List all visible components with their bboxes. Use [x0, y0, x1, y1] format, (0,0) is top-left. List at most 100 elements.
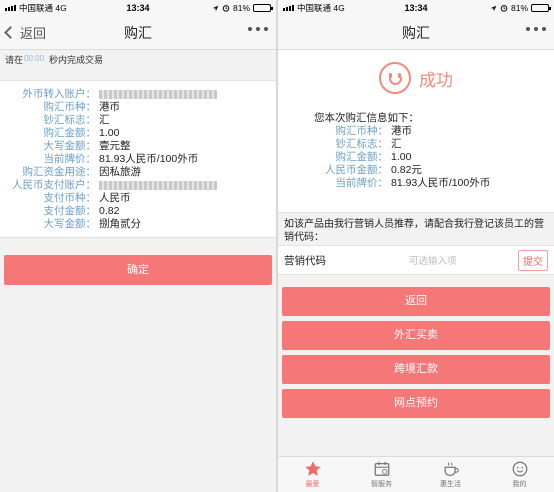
- more-menu-icon[interactable]: [248, 27, 268, 31]
- tab-mine[interactable]: 我的: [485, 457, 554, 492]
- detail-label: 人民币支付账户：: [12, 179, 96, 191]
- page-title: 购汇: [402, 24, 430, 41]
- coffee-cup-icon: [444, 462, 459, 476]
- detail-value: 因私旅游: [99, 166, 141, 178]
- redacted-value: [99, 89, 217, 99]
- detail-value: 0.82元: [391, 164, 422, 176]
- result-card: 成功 您本次购汇信息如下： 购汇币种： 港币 钞汇标志：汇购汇金额： 1.00 人民币金…: [278, 50, 554, 213]
- detail-label: 当前牌价：: [335, 177, 389, 189]
- detail-label: 人民币金额：: [325, 164, 388, 176]
- timer-prefix: 请在: [5, 54, 24, 65]
- detail-label: 购汇币种：: [335, 125, 389, 137]
- detail-label: 钞汇标志：: [43, 114, 97, 126]
- detail-label: 当前牌价：: [43, 153, 97, 165]
- detail-label: 购汇金额：: [335, 151, 389, 163]
- tab-label: 我的: [512, 481, 527, 488]
- detail-label: 大写金额：: [43, 140, 97, 152]
- detail-value: 81.93人民币/100外币: [99, 153, 199, 165]
- masked-account-number: [96, 88, 217, 101]
- detail-value: 港币: [391, 125, 412, 137]
- marketing-code-label: 营销代码: [284, 254, 326, 267]
- screenshot-pair: 中国联通 4G 13:34 81% 返回 购汇 请在 00:00 秒内完成交易 …: [0, 0, 554, 492]
- detail-value: 1.00: [391, 151, 412, 163]
- masked-account-number: [96, 179, 217, 192]
- nav-bar: 返回 购汇: [0, 16, 276, 50]
- tab-life[interactable]: 惠生活: [416, 457, 485, 492]
- detail-row: 大写金额： 壹元整: [0, 140, 276, 153]
- detail-value: 壹元整: [99, 140, 131, 152]
- tab-smart-service[interactable]: 智服务: [347, 457, 416, 492]
- detail-row: 购汇资金用途： 因私旅游: [0, 166, 276, 179]
- chevron-left-icon: [4, 26, 17, 39]
- detail-row: 购汇币种： 港币: [278, 125, 554, 138]
- detail-row: 钞汇标志：汇: [278, 138, 554, 151]
- detail-row: 钞汇标志：汇: [0, 114, 276, 127]
- detail-value: 港币: [99, 101, 120, 113]
- detail-row: 外币转入账户：: [0, 88, 276, 101]
- back-label: 返回: [20, 26, 47, 41]
- summary-title: 您本次购汇信息如下：: [314, 112, 419, 124]
- confirm-screen: 中国联通 4G 13:34 81% 返回 购汇 请在 00:00 秒内完成交易 …: [0, 0, 276, 492]
- detail-row: 人民币支付账户：: [0, 179, 276, 192]
- nav-bar: 购汇: [278, 16, 554, 50]
- promo-text: 如该产品由我行营销人员推荐，请配合我行登记该员工的营销代码：: [284, 219, 544, 243]
- marketing-code-row: 营销代码 可选输入项 提交: [278, 245, 554, 275]
- detail-row: 人民币金额： 0.82元: [278, 164, 554, 177]
- smiley-icon: [379, 62, 411, 94]
- detail-label: 支付币种：: [43, 192, 97, 204]
- status-time: 13:34: [404, 3, 428, 13]
- timer-suffix: 秒内完成交易: [49, 54, 104, 65]
- tab-bar: 最爱 智服务 惠生活 我的: [278, 456, 554, 492]
- detail-label: 支付金额：: [43, 205, 97, 217]
- battery-icon: [531, 4, 551, 12]
- detail-label: 购汇资金用途：: [22, 166, 97, 178]
- detail-value: 捌角贰分: [99, 218, 141, 230]
- tab-label: 智服务: [371, 481, 392, 488]
- detail-label: 外币转入账户：: [22, 88, 97, 100]
- countdown-value: 00:00: [24, 54, 45, 63]
- calendar-icon: [374, 461, 389, 476]
- star-icon: [304, 461, 321, 476]
- tab-label: 惠生活: [440, 481, 461, 488]
- detail-row: 当前牌价： 81.93人民币/100外币: [278, 177, 554, 190]
- status-bar: 中国联通 4G 13:34 81%: [0, 0, 276, 16]
- submit-button[interactable]: 提交: [518, 249, 548, 271]
- detail-row: 当前牌价： 81.93人民币/100外币: [0, 153, 276, 166]
- detail-row: 购汇金额： 1.00: [0, 127, 276, 140]
- confirm-button[interactable]: 确定: [4, 255, 272, 285]
- detail-label: 购汇币种：: [43, 101, 97, 113]
- transaction-details: 外币转入账户： 购汇币种： 港币 钞汇标志：汇购汇金额： 1.00 大写金额： 壹元整 当前牌…: [0, 80, 276, 238]
- more-menu-icon[interactable]: [526, 27, 546, 31]
- detail-row: 支付币种： 人民币: [0, 192, 276, 205]
- detail-value: 人民币: [99, 192, 131, 204]
- status-bar: 中国联通 4G 13:34 81%: [278, 0, 554, 16]
- detail-value: 81.93人民币/100外币: [391, 177, 491, 189]
- fx-trading-button[interactable]: 外汇买卖: [282, 321, 550, 350]
- back-button[interactable]: 返回: [0, 23, 46, 42]
- tab-favorites[interactable]: 最爱: [278, 457, 347, 492]
- tab-label: 最爱: [305, 481, 320, 488]
- battery-icon: [253, 4, 273, 12]
- detail-value: 汇: [99, 114, 110, 126]
- detail-label: 大写金额：: [43, 218, 97, 230]
- detail-row: 购汇币种： 港币: [0, 101, 276, 114]
- success-banner: 成功: [278, 50, 554, 94]
- status-time: 13:34: [126, 3, 150, 13]
- countdown-notice: 请在 00:00 秒内完成交易: [0, 50, 276, 68]
- result-screen: 中国联通 4G 13:34 81% 购汇 成功 您本次购汇信息如下： 购汇币种：…: [278, 0, 554, 492]
- action-buttons: 返回 外汇买卖 跨境汇款 网点预约: [278, 275, 554, 418]
- detail-value: 0.82: [99, 205, 120, 217]
- smiley-icon: [512, 461, 527, 477]
- branch-appointment-button[interactable]: 网点预约: [282, 389, 550, 418]
- detail-label: 钞汇标志：: [335, 138, 389, 150]
- back-action-button[interactable]: 返回: [282, 287, 550, 316]
- marketing-code-input[interactable]: 可选输入项: [409, 253, 484, 267]
- detail-row: 支付金额： 0.82: [0, 205, 276, 218]
- detail-value: 1.00: [99, 127, 120, 139]
- cross-border-remittance-button[interactable]: 跨境汇款: [282, 355, 550, 384]
- success-label: 成功: [419, 70, 453, 90]
- detail-label: 购汇金额：: [43, 127, 97, 139]
- detail-row: 大写金额： 捌角贰分: [0, 218, 276, 231]
- redacted-value: [99, 180, 217, 190]
- detail-value: 汇: [391, 138, 402, 150]
